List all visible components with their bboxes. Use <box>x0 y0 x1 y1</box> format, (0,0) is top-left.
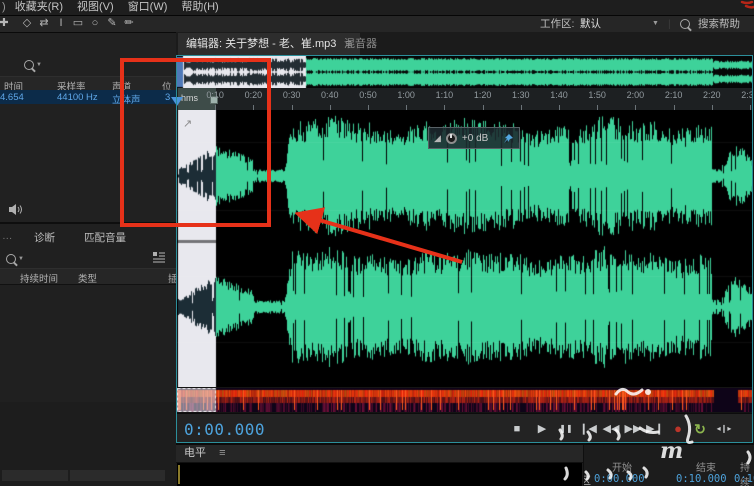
file-duration: 4.654 <box>0 92 24 103</box>
ruler-tick-0:30: 0:30 <box>282 90 301 100</box>
workspace-label: 工作区: <box>540 18 575 30</box>
tab-diagnostics[interactable]: 诊断 <box>34 230 55 245</box>
levels-panel-title[interactable]: 电平 <box>184 447 206 459</box>
left-panel-column: ▼ 时间 采样率 声道 位 4.654 44100 Hz 立体声 3 … 诊断 <box>0 33 178 486</box>
hud-level-icon: ◢ <box>434 132 441 143</box>
selection-start-value[interactable]: 0:00.000 <box>594 473 645 485</box>
slip-tool-icon[interactable]: ⇄ <box>36 16 52 32</box>
skip-to-end-button[interactable]: ▶❙ <box>645 421 665 437</box>
menu-clipped-fragment: ) <box>2 1 6 13</box>
time-display[interactable]: 0:00.000 <box>184 420 265 439</box>
diagnostics-column-header: 持续时间 类型 插 <box>0 268 178 285</box>
col-duration[interactable]: 持续时间 <box>20 271 58 285</box>
files-search-icon[interactable] <box>24 60 34 70</box>
ruler-tick-0:40: 0:40 <box>321 90 339 100</box>
selection-view-panel: 开始 结束 持续时间 选区 0:00.000 0:10.000 0:10.0 <box>584 445 754 486</box>
menu-bar: ) 收藏夹(R) 视图(V) 窗口(W) 帮助(H) <box>0 0 754 16</box>
ruler-tick-0:50: 0:50 <box>359 90 377 100</box>
ruler-unit-label: hms <box>181 93 199 103</box>
level-meter <box>177 463 582 486</box>
ruler-tick-0:10: 0:10 <box>206 90 224 100</box>
pause-button[interactable]: ❚❚ <box>556 421 576 437</box>
ruler-tick-0:20: 0:20 <box>244 90 263 100</box>
waveform-display[interactable] <box>177 110 753 387</box>
transport-bar: 0:00.000 ■ ▶ ❚❚ ❙◀ ◀◀ ▶▶ ▶❙ ● ↻ ◂❙▸ <box>177 413 753 444</box>
hud-db-value[interactable]: +0 dB <box>462 133 488 144</box>
menu-item-3[interactable]: 帮助(H) <box>181 1 218 13</box>
fast-forward-button[interactable]: ▶▶ <box>623 421 643 437</box>
tool-bar: ✚ ◇ ⇄ I ▭ ○ ✎ ✏ 工作区: 默认 ▼ | 搜索帮助 <box>0 16 754 33</box>
play-button[interactable]: ▶ <box>532 421 552 437</box>
clipped-tab[interactable]: … <box>2 230 13 242</box>
tab-mixer[interactable]: 混音器 <box>334 33 387 55</box>
selection-end-value[interactable]: 0:10.000 <box>676 473 727 485</box>
zoom-navigator-overview[interactable] <box>177 56 753 88</box>
selection-grip-arrow-icon[interactable]: ↗ <box>183 117 192 130</box>
level-meter-indicator <box>178 465 180 484</box>
menu-item-0[interactable]: 收藏夹(R) <box>15 1 63 13</box>
levels-panel-menu-icon[interactable]: ≡ <box>219 447 225 459</box>
ruler-tick-1:30: 1:30 <box>512 90 530 100</box>
col-end: 结束 <box>696 463 716 474</box>
file-row[interactable]: 4.654 44100 Hz 立体声 3 <box>0 90 176 106</box>
menu-item-2[interactable]: 窗口(W) <box>128 1 168 13</box>
diagnostics-search-dropdown-icon[interactable]: ▼ <box>18 256 24 262</box>
search-help-button[interactable]: 搜索帮助 <box>698 16 740 32</box>
ruler-tick-1:00: 1:00 <box>397 90 415 100</box>
record-button[interactable]: ● <box>668 421 688 437</box>
spot-healing-brush-tool-icon[interactable]: ✏ <box>121 16 137 32</box>
file-bitdepth: 3 <box>165 92 171 103</box>
skip-to-start-button[interactable]: ❙◀ <box>578 421 598 437</box>
ruler-tick-2:00: 2:00 <box>626 90 645 100</box>
rewind-button[interactable]: ◀◀ <box>601 421 621 437</box>
ruler-tick-1:20: 1:20 <box>473 90 492 100</box>
files-search-dropdown-icon[interactable]: ▼ <box>36 62 42 68</box>
ruler-tick-1:50: 1:50 <box>588 90 606 100</box>
ruler-tick-2:20: 2:20 <box>703 90 721 100</box>
ruler-tick-2:10: 2:10 <box>664 90 683 100</box>
volume-hud[interactable]: ◢ +0 dB <box>428 127 520 149</box>
file-sample-rate: 44100 Hz <box>57 92 98 103</box>
ruler-tick-2:30: 2:30 <box>741 90 753 100</box>
menu-item-1[interactable]: 视图(V) <box>77 1 114 13</box>
playhead-marker[interactable] <box>171 97 183 106</box>
selection-row-label: 选区 <box>584 475 591 486</box>
loop-playback-button[interactable]: ↻ <box>690 421 710 437</box>
status-cell-left <box>2 470 68 481</box>
lasso-selection-tool-icon[interactable]: ○ <box>87 16 103 32</box>
file-channels: 立体声 <box>112 95 141 106</box>
workspace-value[interactable]: 默认 <box>580 16 601 32</box>
filter-list-icon[interactable] <box>152 251 166 263</box>
timeline-ruler[interactable]: hms 0:10 0:20 0:30 0:40 0:50 1:00 1:10 1:20 1:30… <box>177 88 753 111</box>
autoplay-speaker-icon[interactable] <box>8 203 24 216</box>
diagnostics-search-icon[interactable] <box>6 254 16 264</box>
selection-duration-value[interactable]: 0:10.0 <box>734 473 754 485</box>
hud-pin-icon[interactable] <box>503 133 514 144</box>
files-panel: ▼ 时间 采样率 声道 位 4.654 44100 Hz 立体声 3 <box>0 33 176 222</box>
menu-items: 收藏夹(R) 视图(V) 窗口(W) 帮助(H) <box>15 1 233 13</box>
tab-editor[interactable]: 编辑器: 关于梦想 - 老、崔.mp3 ≡ <box>178 33 360 55</box>
move-tool-icon[interactable]: ✚ <box>0 16 12 32</box>
status-cell-right <box>70 470 165 481</box>
spectral-display[interactable] <box>177 388 753 412</box>
workspace-dropdown-icon[interactable]: ▼ <box>652 16 659 32</box>
ruler-tick-1:40: 1:40 <box>550 90 568 100</box>
stop-button[interactable]: ■ <box>507 421 527 437</box>
editor-tab-title: 编辑器: 关于梦想 - 老、崔.mp3 <box>186 38 337 50</box>
razor-tool-icon[interactable]: ◇ <box>19 16 35 32</box>
hud-volume-knob[interactable] <box>445 132 457 144</box>
time-selection-tool-icon[interactable]: I <box>53 16 69 32</box>
move-playhead-button[interactable]: ◂❙▸ <box>711 421 737 437</box>
audition-window: ) 收藏夹(R) 视图(V) 窗口(W) 帮助(H) ✚ ◇ ⇄ I ▭ ○ ✎ ✏ 工作区: 默认… <box>0 0 754 486</box>
search-icon[interactable] <box>680 19 690 29</box>
paintbrush-selection-tool-icon[interactable]: ✎ <box>104 16 120 32</box>
col-type[interactable]: 类型 <box>78 271 97 285</box>
ruler-tick-1:10: 1:10 <box>435 90 454 100</box>
col-start: 开始 <box>612 463 632 474</box>
editor-tab-bar: 编辑器: 关于梦想 - 老、崔.mp3 ≡ 混音器 <box>176 32 754 55</box>
diagnostics-panel: … 诊断 匹配音量 ▼ 持续时间 类型 插 <box>0 222 178 402</box>
toolbar-separator: | <box>668 18 671 30</box>
marquee-selection-tool-icon[interactable]: ▭ <box>70 16 86 32</box>
tab-match-loudness[interactable]: 匹配音量 <box>84 230 126 245</box>
